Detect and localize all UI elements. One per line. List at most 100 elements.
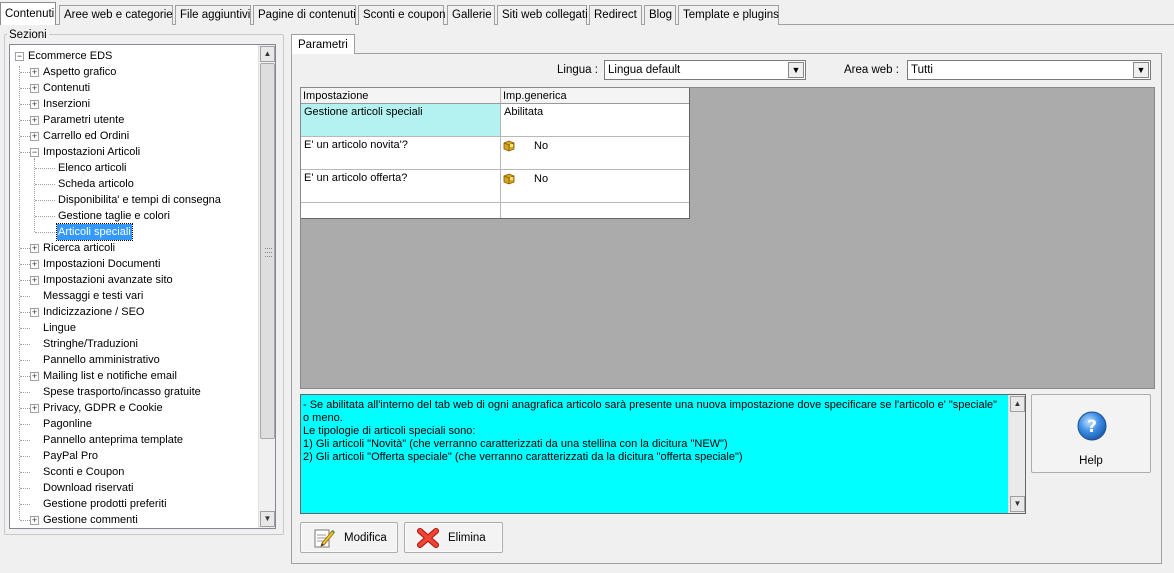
tree-item-pannello-anteprima-template[interactable]: Pannello anteprima template: [10, 432, 258, 448]
tree-item-pagonline[interactable]: Pagonline: [10, 416, 258, 432]
tab-template-e-plugins[interactable]: Template e plugins: [678, 5, 779, 25]
setting-value-text: No: [534, 173, 549, 185]
tree-item-aspetto-grafico[interactable]: + Aspetto grafico: [10, 64, 258, 80]
web-area-select[interactable]: Tutti ▼: [907, 60, 1151, 80]
tree-item-gestione-commenti[interactable]: + Gestione commenti: [10, 512, 258, 528]
collapse-icon[interactable]: −: [15, 52, 24, 61]
description-scrollbar[interactable]: ▲ ▼: [1008, 395, 1025, 513]
table-row[interactable]: [301, 203, 689, 218]
tree-item-messaggi-e-testi-vari[interactable]: Messaggi e testi vari: [10, 288, 258, 304]
help-button[interactable]: ? Help: [1031, 394, 1151, 473]
scroll-down-button[interactable]: ▼: [1010, 496, 1025, 512]
tree-item-contenuti[interactable]: + Contenuti: [10, 80, 258, 96]
description-box[interactable]: - Se abilitata all'interno del tab web d…: [300, 394, 1026, 514]
setting-name-cell[interactable]: E' un articolo offerta?: [301, 170, 501, 202]
tab-siti-web-collegati[interactable]: Siti web collegati: [497, 5, 588, 25]
sections-tree[interactable]: − Ecommerce EDS + Aspetto grafico + Contenuti…: [9, 44, 276, 529]
chevron-down-icon[interactable]: ▼: [1133, 62, 1149, 78]
expand-icon[interactable]: +: [30, 260, 39, 269]
tree-scrollbar[interactable]: ▲ ▼: [258, 45, 275, 528]
tree-item-pannello-amministrativo[interactable]: Pannello amministrativo: [10, 352, 258, 368]
tree-item-label: Mailing list e notifiche email: [43, 370, 177, 382]
setting-value-cell[interactable]: No: [501, 137, 689, 169]
tree-item-label: Messaggi e testi vari: [43, 290, 144, 302]
collapse-icon[interactable]: −: [30, 148, 39, 157]
expand-icon[interactable]: +: [30, 84, 39, 93]
tree-item-impostazioni-articoli[interactable]: − Impostazioni Articoli: [10, 144, 258, 160]
tree-item-mailing-list-e-notifiche-email[interactable]: + Mailing list e notifiche email: [10, 368, 258, 384]
setting-name-cell[interactable]: [301, 203, 501, 218]
tree-item-carrello-ed-ordini[interactable]: + Carrello ed Ordini: [10, 128, 258, 144]
tree-item-download-riservati[interactable]: Download riservati: [10, 480, 258, 496]
tree-item-indicizzazione-seo[interactable]: + Indicizzazione / SEO: [10, 304, 258, 320]
modifica-button[interactable]: Modifica: [300, 522, 398, 553]
expand-icon[interactable]: +: [30, 132, 39, 141]
tab-sconti-e-coupon[interactable]: Sconti e coupon: [358, 5, 445, 25]
setting-value-cell[interactable]: [501, 203, 689, 218]
modifica-button-label: Modifica: [344, 532, 387, 544]
gold-box-icon: [503, 173, 515, 185]
svg-text:?: ?: [1087, 417, 1097, 437]
scroll-up-button[interactable]: ▲: [1010, 396, 1025, 412]
expand-icon[interactable]: +: [30, 100, 39, 109]
tree-item-impostazioni-documenti[interactable]: + Impostazioni Documenti: [10, 256, 258, 272]
tree-item-impostazioni-avanzate-sito[interactable]: + Impostazioni avanzate sito: [10, 272, 258, 288]
column-header-impostazione[interactable]: Impostazione: [301, 88, 501, 103]
tree-item-label: Stringhe/Traduzioni: [43, 338, 138, 350]
language-select[interactable]: Lingua default ▼: [604, 60, 806, 80]
tree-item-sconti-e-coupon[interactable]: Sconti e Coupon: [10, 464, 258, 480]
setting-value-text: No: [534, 140, 549, 152]
column-header-imp-generica[interactable]: Imp.generica: [501, 88, 689, 103]
tree-connector: [35, 232, 55, 233]
help-question-icon: ?: [1077, 411, 1107, 441]
tree-item-label: Download riservati: [43, 482, 134, 494]
thumb-grip: [265, 252, 272, 253]
tab-contenuti[interactable]: Contenuti: [0, 2, 56, 25]
tree-item-root[interactable]: − Ecommerce EDS: [10, 48, 258, 64]
tree-connector: [35, 216, 55, 217]
expand-icon[interactable]: +: [30, 116, 39, 125]
tab-parametri[interactable]: Parametri: [291, 34, 355, 54]
tree-item-privacy-gdpr-e-cookie[interactable]: + Privacy, GDPR e Cookie: [10, 400, 258, 416]
elimina-button[interactable]: Elimina: [404, 522, 503, 553]
tree-item-label: Lingue: [43, 322, 77, 334]
tree-item-inserzioni[interactable]: + Inserzioni: [10, 96, 258, 112]
tree-connector: [20, 424, 30, 425]
tree-item-spese-trasporto-incasso-gratuite[interactable]: Spese trasporto/incasso gratuite: [10, 384, 258, 400]
tab-blog[interactable]: Blog: [644, 5, 676, 25]
expand-icon[interactable]: +: [30, 276, 39, 285]
setting-name-cell[interactable]: E' un articolo novita'?: [301, 137, 501, 169]
expand-icon[interactable]: +: [30, 68, 39, 77]
tree-item-paypal-pro[interactable]: PayPal Pro: [10, 448, 258, 464]
tree-item-ricerca-articoli[interactable]: + Ricerca articoli: [10, 240, 258, 256]
tree-item-stringhe-traduzioni[interactable]: Stringhe/Traduzioni: [10, 336, 258, 352]
table-row[interactable]: E' un articolo novita'? No: [301, 137, 689, 170]
language-select-value: Lingua default: [608, 64, 681, 76]
thumb-grip: [265, 256, 272, 257]
tab-redirect[interactable]: Redirect: [589, 5, 642, 25]
tree-item-lingue[interactable]: Lingue: [10, 320, 258, 336]
setting-value-cell[interactable]: No: [501, 170, 689, 202]
tab-pagine-di-contenuti[interactable]: Pagine di contenuti: [253, 5, 356, 25]
expand-icon[interactable]: +: [30, 244, 39, 253]
tree-item-gestione-prodotti-preferiti[interactable]: Gestione prodotti preferiti: [10, 496, 258, 512]
chevron-down-icon[interactable]: ▼: [788, 62, 804, 78]
setting-value-cell[interactable]: Abilitata: [501, 104, 689, 136]
expand-icon[interactable]: +: [30, 372, 39, 381]
expand-icon[interactable]: +: [30, 404, 39, 413]
tab-file-aggiuntivi[interactable]: File aggiuntivi: [175, 5, 251, 25]
tree-item-label: Impostazioni avanzate sito: [43, 274, 173, 286]
expand-icon[interactable]: +: [30, 308, 39, 317]
scroll-up-button[interactable]: ▲: [260, 46, 275, 62]
tab-gallerie[interactable]: Gallerie: [447, 5, 495, 25]
table-row[interactable]: E' un articolo offerta? No: [301, 170, 689, 203]
expand-icon[interactable]: +: [30, 516, 39, 525]
tree-item-label: Privacy, GDPR e Cookie: [43, 402, 163, 414]
tree-item-parametri-utente[interactable]: + Parametri utente: [10, 112, 258, 128]
tree-connector: [20, 104, 30, 105]
table-row[interactable]: Gestione articoli speciali Abilitata: [301, 104, 689, 137]
scroll-down-button[interactable]: ▼: [260, 511, 275, 527]
scroll-thumb[interactable]: [260, 63, 275, 439]
tab-aree-web-e-categorie[interactable]: Aree web e categorie: [59, 5, 173, 25]
setting-name-cell[interactable]: Gestione articoli speciali: [301, 104, 501, 136]
